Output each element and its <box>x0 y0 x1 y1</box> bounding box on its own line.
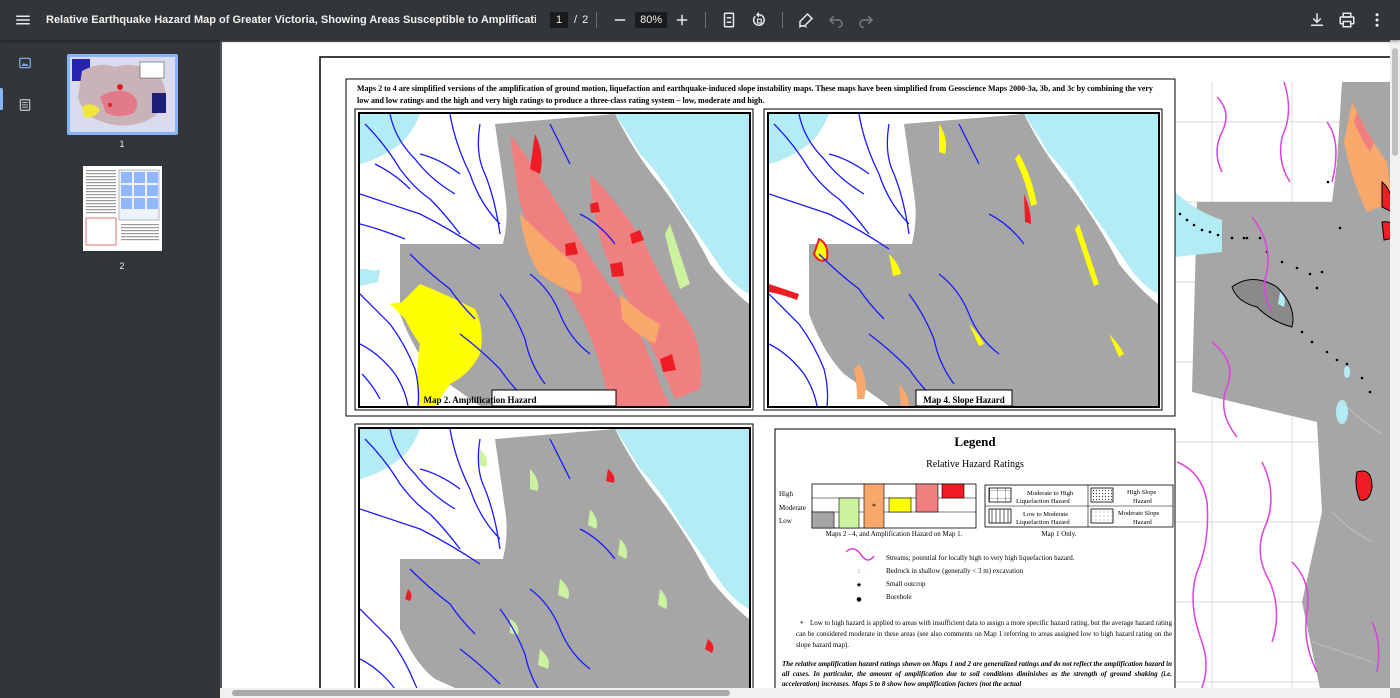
undo-button[interactable] <box>821 5 851 35</box>
draw-icon <box>799 12 814 28</box>
legend-symbol-bedrock: Bedrock in shallow (generally < 3 m) exc… <box>886 567 1024 575</box>
image-icon <box>19 57 31 69</box>
map2-label: Map 2. Amplification Hazard <box>424 395 537 405</box>
toolbar-divider <box>705 12 707 28</box>
print-button[interactable] <box>1332 5 1362 35</box>
right-tools <box>1302 5 1392 35</box>
vertical-scrollbar[interactable] <box>1390 40 1400 688</box>
legend-swatch-low <box>811 511 835 529</box>
undo-icon <box>829 15 843 29</box>
legend-caption-right: Map 1 Only. <box>1041 530 1076 538</box>
menu-button[interactable] <box>8 5 38 35</box>
map2-amplification <box>360 114 749 406</box>
thumbnail-label-2: 2 <box>119 261 125 271</box>
legend-note: Low to high hazard is applied to areas w… <box>796 619 1172 649</box>
page-thumbnail-2[interactable] <box>83 166 162 251</box>
legend-swatch-high <box>941 483 965 499</box>
legend-symbol-outcrop: Small outcrop <box>886 580 926 588</box>
legend-pattern-2-line1: Low to Moderate <box>1023 511 1068 518</box>
map3-liquefaction <box>360 429 749 698</box>
legend-pattern-1-line1: Moderate to High <box>1027 490 1074 497</box>
page-canvas: Map 2. Amplification Hazard Map 4. Slope… <box>319 56 1400 698</box>
legend-swatch-moderate <box>888 497 912 513</box>
legend-star: * <box>872 502 876 511</box>
pdf-viewer: Relative Earthquake Hazard Map of Greate… <box>0 0 1400 698</box>
page-number-input[interactable] <box>550 12 568 28</box>
vertical-scroll-thumb[interactable] <box>1392 48 1398 156</box>
download-icon <box>1311 13 1323 26</box>
legend-level-low: Low <box>779 517 793 525</box>
zoom-out-button[interactable] <box>605 5 635 35</box>
legend-subtitle: Relative Hazard Ratings <box>926 459 1024 470</box>
map4-label: Map 4. Slope Hazard <box>923 395 1005 405</box>
page-thumbnail-1[interactable] <box>67 54 178 135</box>
legend-title: Legend <box>954 434 996 449</box>
document-outline-icon <box>19 99 31 111</box>
redo-button[interactable] <box>851 5 881 35</box>
page-thumbnail-image <box>70 57 175 132</box>
annotate-button[interactable] <box>791 5 821 35</box>
print-icon <box>1339 12 1355 28</box>
page-thumbnail-image <box>83 166 162 251</box>
pdf-page-1: Map 2. Amplification Hazard Map 4. Slope… <box>222 42 1400 698</box>
document-title: Relative Earthquake Hazard Map of Greate… <box>46 14 536 26</box>
outline-tab[interactable] <box>10 90 40 120</box>
legend-bedrock-symbol: : <box>858 567 860 575</box>
legend-borehole-symbol: ● <box>856 596 861 603</box>
download-button[interactable] <box>1302 5 1332 35</box>
intro-paragraph: Maps 2 to 4 are simplified versions of t… <box>357 84 1153 105</box>
legend-pattern-1-line2: Liquefaction Hazard <box>1016 498 1070 505</box>
legend-pattern-4-line2: Hazard <box>1133 519 1153 526</box>
document-viewer[interactable]: Map 2. Amplification Hazard Map 4. Slope… <box>220 40 1400 698</box>
legend-outcrop-symbol: ★ <box>856 581 862 589</box>
thumbnail-label-1: 1 <box>119 139 125 149</box>
sidebar: 1 2 <box>0 40 220 698</box>
zoom-in-button[interactable] <box>667 5 697 35</box>
minus-icon <box>614 19 626 21</box>
fit-page-button[interactable] <box>714 5 744 35</box>
page-separator: / <box>574 14 578 26</box>
fit-page-icon <box>723 12 735 28</box>
page-total: 2 <box>582 14 589 26</box>
rotate-icon <box>753 11 766 26</box>
legend-symbol-streams: Streams; potential for locally high to v… <box>886 554 1075 562</box>
toolbar-divider <box>782 12 784 28</box>
plus-icon <box>676 14 688 26</box>
horizontal-scroll-thumb[interactable] <box>232 690 730 696</box>
sidebar-active-indicator <box>0 88 3 110</box>
legend-pattern-3-line2: Hazard <box>1133 498 1153 505</box>
menu-icon <box>16 15 30 25</box>
legend-pattern-4-line1: Moderate Slope <box>1118 510 1159 517</box>
toolbar: Relative Earthquake Hazard Map of Greate… <box>0 0 1400 40</box>
legend-swatch-modhigh <box>915 483 939 513</box>
legend-caption-left: Maps 2 - 4, and Amplification Hazard on … <box>826 530 963 538</box>
legend-swatch-lowmod <box>838 497 860 529</box>
toolbar-divider <box>596 12 598 28</box>
legend-symbol-borehole: Borehole <box>886 593 912 601</box>
zoom-input[interactable] <box>635 12 668 28</box>
legend-rating-chart: * <box>811 483 977 529</box>
rotate-button[interactable] <box>744 5 774 35</box>
legend-level-high: High <box>779 490 794 498</box>
legend-level-moderate: Moderate <box>779 504 806 512</box>
legend-pattern-3-line1: High Slope <box>1127 489 1157 496</box>
thumbnails-tab[interactable] <box>10 48 40 78</box>
map1-partial <box>1175 81 1400 698</box>
more-vertical-icon <box>1375 13 1379 27</box>
legend-pattern-2-line2: Liquefaction Hazard <box>1016 519 1070 526</box>
horizontal-scrollbar[interactable] <box>220 688 1390 698</box>
map4-slope <box>769 114 1158 406</box>
redo-icon <box>859 15 874 29</box>
more-options-button[interactable] <box>1362 5 1392 35</box>
